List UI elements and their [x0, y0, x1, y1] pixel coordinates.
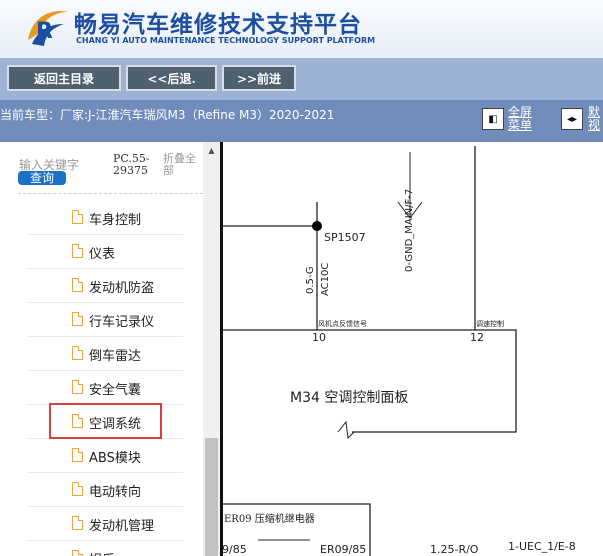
tree-item-label: 电动转向 [89, 485, 142, 500]
splice-dot [312, 221, 322, 231]
relay-pin-left: 9/85 [222, 543, 247, 556]
tree-item-label: 娱乐 [89, 549, 115, 556]
tree-item-instrument[interactable]: 仪表 [28, 235, 183, 269]
tree-item-power-steering[interactable]: 电动转向 [28, 473, 183, 507]
app-header: R 畅易汽车维修技术支持平台 CHANG YI AUTO MAINTENANCE… [0, 0, 603, 58]
wiring-diagram: 0-GND_MAIN/F-7 SP1507 0.5-G AC10C 风机点反馈信… [220, 142, 603, 556]
relay-label: ER09 压缩机继电器 [224, 512, 315, 525]
sidebar-tree: 输入关键字 查询 PC.55-29375 折叠全部 车身控制 仪表 发动机防盗 … [0, 142, 220, 556]
file-icon [72, 516, 83, 530]
collapse-all-link[interactable]: 折叠全部 [163, 153, 203, 177]
file-icon [72, 244, 83, 258]
scroll-up-icon[interactable]: ▲ [203, 144, 220, 158]
relay-pin-label: ER09/85 [320, 543, 366, 556]
toolbar: 返回主目录 <<后退. >>前进 [0, 58, 603, 100]
wiring-diagram-svg: 0-GND_MAIN/F-7 SP1507 0.5-G AC10C 风机点反馈信… [220, 146, 576, 556]
tree-item-body-control[interactable]: 车身控制 [28, 201, 183, 235]
forward-button[interactable]: >>前进 [222, 65, 296, 91]
file-icon [72, 448, 83, 462]
current-vehicle: 当前车型：厂家:J-江淮汽车瑞风M3（Refine M3）2020-2021 [0, 108, 335, 122]
back-to-main-button[interactable]: 返回主目录 [7, 65, 121, 91]
gnd-label: 0-GND_MAIN/F-7 [404, 189, 415, 272]
file-icon [72, 550, 83, 556]
file-icon [72, 346, 83, 360]
back-button[interactable]: <<后退. [126, 65, 217, 91]
tree-item-label: 发动机防盗 [89, 281, 155, 296]
file-icon [72, 312, 83, 326]
default-view-icon[interactable]: ◂▸ [561, 108, 583, 130]
module-label: M34 空调控制面板 [290, 390, 408, 406]
tree-item-label: 车身控制 [89, 213, 142, 228]
tree-item-abs[interactable]: ABS模块 [28, 439, 183, 473]
pin-right-number: 12 [470, 331, 484, 344]
module-outline [220, 329, 517, 433]
file-icon [72, 380, 83, 394]
default-view-link[interactable]: 默 视 [588, 106, 600, 132]
wire-size-label: 0.5-G [305, 266, 316, 294]
scroll-thumb[interactable] [205, 438, 218, 556]
query-button[interactable]: 查询 [18, 171, 66, 185]
wire2-label: 1.25-R/O [430, 543, 479, 556]
tree-item-label: 发动机管理 [89, 519, 155, 534]
fullscreen-link[interactable]: 全屏 菜单 [508, 106, 532, 132]
pin-left-desc: 风机点反馈信号 [318, 319, 367, 328]
app-title: 畅易汽车维修技术支持平台 [74, 12, 362, 38]
sidebar-scrollbar[interactable]: ▲ [203, 142, 220, 556]
selection-highlight [49, 403, 162, 439]
module-break [337, 420, 355, 440]
pin-left-number: 10 [312, 331, 326, 344]
pc-code: PC.55-29375 [113, 152, 150, 177]
wire-name-label: AC10C [320, 263, 331, 296]
panel-divider [220, 142, 223, 556]
tree-item-parking-radar[interactable]: 倒车雷达 [28, 337, 183, 371]
swoosh-logo-icon: R [28, 11, 68, 46]
tree-item-engine-management[interactable]: 发动机管理 [28, 507, 183, 541]
file-icon [72, 278, 83, 292]
tree-item-entertainment[interactable]: 娱乐 [28, 541, 183, 556]
file-icon [72, 210, 83, 224]
file-icon [72, 482, 83, 496]
tree-item-immobilizer[interactable]: 发动机防盗 [28, 269, 183, 303]
tree-item-label: 行车记录仪 [89, 315, 155, 330]
tree-item-label: 倒车雷达 [89, 349, 142, 364]
tree-item-label: 安全气囊 [89, 383, 142, 398]
pin-right-desc: 调速控制 [476, 319, 504, 328]
vehicle-bar: 当前车型：厂家:J-江淮汽车瑞风M3（Refine M3）2020-2021 ◧… [0, 100, 603, 142]
fullscreen-label-2: 菜单 [508, 118, 533, 132]
default-label-2: 视 [588, 118, 601, 132]
app-subtitle: CHANG YI AUTO MAINTENANCE TECHNOLOGY SUP… [76, 36, 376, 45]
tree-item-airbag[interactable]: 安全气囊 [28, 371, 183, 405]
tree-item-label: 仪表 [89, 247, 116, 262]
svg-text:R: R [36, 19, 53, 44]
connector-label: 1-UEC_1/E-8 [508, 540, 576, 553]
tree-item-label: ABS模块 [89, 451, 141, 466]
tree-item-dashcam[interactable]: 行车记录仪 [28, 303, 183, 337]
fullscreen-icon[interactable]: ◧ [482, 108, 504, 130]
separator [18, 193, 203, 194]
splice-label: SP1507 [324, 231, 366, 244]
